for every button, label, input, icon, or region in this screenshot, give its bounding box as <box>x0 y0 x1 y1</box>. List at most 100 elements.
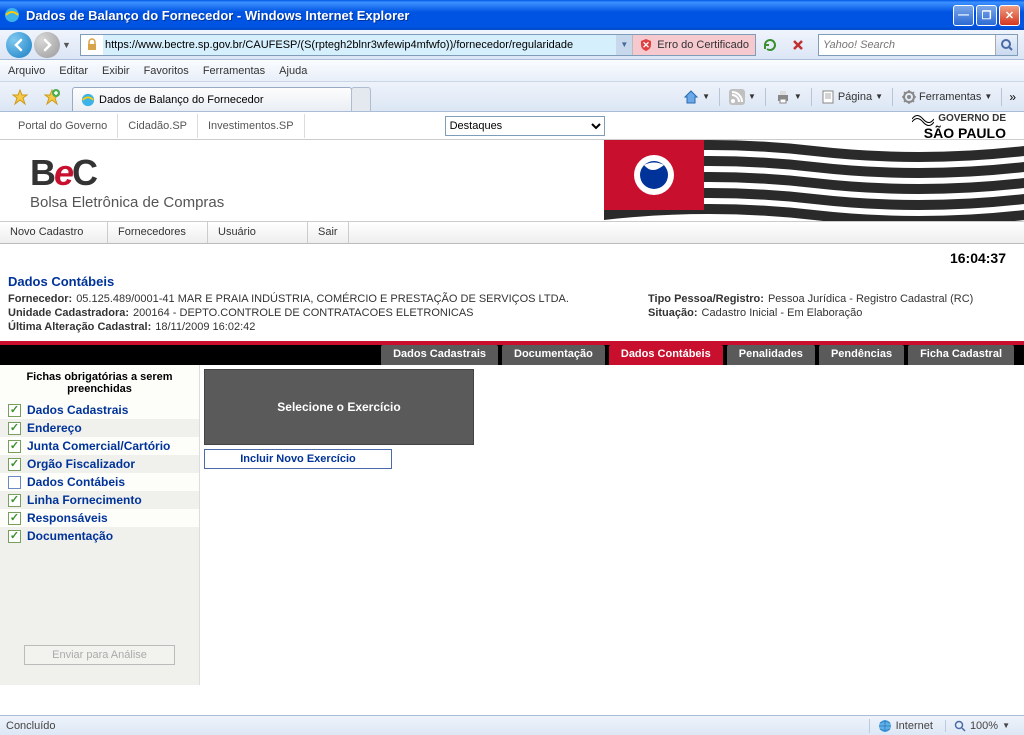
menu-novo-cadastro[interactable]: Novo Cadastro <box>0 222 108 243</box>
content-area: Selecione o Exercício Incluir Novo Exerc… <box>200 365 1024 685</box>
menu-bar: Arquivo Editar Exibir Favoritos Ferramen… <box>0 60 1024 82</box>
tab-documentacao[interactable]: Documentação <box>502 345 605 365</box>
nav-history-dropdown[interactable]: ▼ <box>62 40 74 50</box>
checkbox-unchecked-icon <box>8 476 21 489</box>
portal-link-investimentos[interactable]: Investimentos.SP <box>198 114 305 138</box>
sidebar-item-label: Endereço <box>27 421 82 435</box>
clock: 16:04:37 <box>0 244 1024 272</box>
checkbox-checked-icon <box>8 440 21 453</box>
sidebar-item[interactable]: Dados Contábeis <box>0 473 199 491</box>
feeds-button[interactable]: ▼ <box>725 87 760 107</box>
maximize-button[interactable]: ❐ <box>976 5 997 26</box>
tab-penalidades[interactable]: Penalidades <box>727 345 815 365</box>
unidade-label: Unidade Cadastradora: <box>8 307 129 319</box>
sidebar-item[interactable]: Orgão Fiscalizador <box>0 455 199 473</box>
minimize-button[interactable]: — <box>953 5 974 26</box>
browser-tab[interactable]: Dados de Balanço do Fornecedor <box>72 87 352 111</box>
destaques-select[interactable]: Destaques <box>445 116 605 136</box>
sidebar-item-label: Linha Fornecimento <box>27 493 142 507</box>
sidebar-item-label: Dados Cadastrais <box>27 403 128 417</box>
chevron-expand-icon[interactable]: » <box>1007 90 1018 104</box>
checkbox-checked-icon <box>8 512 21 525</box>
url-input[interactable] <box>103 35 616 55</box>
home-button[interactable]: ▼ <box>679 87 714 107</box>
sidebar-item[interactable]: Endereço <box>0 419 199 437</box>
sidebar-item-label: Documentação <box>27 529 113 543</box>
section-title: Dados Contábeis <box>0 272 1024 291</box>
favorites-star-icon[interactable] <box>10 87 30 107</box>
menu-usuario[interactable]: Usuário <box>208 222 308 243</box>
checkbox-checked-icon <box>8 404 21 417</box>
sidebar-item-label: Dados Contábeis <box>27 475 125 489</box>
internet-zone-icon <box>878 719 892 733</box>
sidebar-item[interactable]: Dados Cadastrais <box>0 401 199 419</box>
stop-button[interactable] <box>788 35 808 55</box>
certificate-error-badge[interactable]: ✕ Erro do Certificado <box>632 35 755 55</box>
incluir-novo-exercicio-button[interactable]: Incluir Novo Exercício <box>204 449 392 469</box>
governo-sp-logo: GOVERNO DE SÃO PAULO <box>912 112 1006 140</box>
sidebar-item[interactable]: Responsáveis <box>0 509 199 527</box>
window-titlebar: Dados de Balanço do Fornecedor - Windows… <box>0 0 1024 30</box>
menu-exibir[interactable]: Exibir <box>102 65 130 77</box>
menu-sair[interactable]: Sair <box>308 222 349 243</box>
zoom-icon <box>954 720 966 732</box>
sidebar-item-label: Responsáveis <box>27 511 108 525</box>
nav-toolbar: ▼ ▼ ✕ Erro do Certificado <box>0 30 1024 60</box>
portal-top-bar: Portal do Governo Cidadão.SP Investiment… <box>0 112 1024 140</box>
menu-ajuda[interactable]: Ajuda <box>279 65 307 77</box>
bec-header: BeC Bolsa Eletrônica de Compras <box>0 140 1024 222</box>
address-bar: ▼ ✕ Erro do Certificado <box>80 34 756 56</box>
sidebar-item[interactable]: Linha Fornecimento <box>0 491 199 509</box>
tab-pendencias[interactable]: Pendências <box>819 345 904 365</box>
menu-arquivo[interactable]: Arquivo <box>8 65 45 77</box>
menu-editar[interactable]: Editar <box>59 65 88 77</box>
status-zone: Internet <box>869 719 941 733</box>
sidebar-item[interactable]: Junta Comercial/Cartório <box>0 437 199 455</box>
ie-icon <box>4 7 20 23</box>
new-tab-button[interactable] <box>351 87 371 111</box>
add-favorite-icon[interactable] <box>42 87 62 107</box>
cert-error-label: Erro do Certificado <box>657 39 749 51</box>
status-zoom[interactable]: 100% ▼ <box>945 720 1018 732</box>
sidebar-item[interactable]: Documentação <box>0 527 199 545</box>
back-button[interactable] <box>6 32 32 58</box>
fornecedor-value: 05.125.489/0001-41 MAR E PRAIA INDÚSTRIA… <box>76 293 569 305</box>
forward-button[interactable] <box>34 32 60 58</box>
tools-menu[interactable]: Ferramentas▼ <box>898 88 996 106</box>
tab-dados-contabeis[interactable]: Dados Contábeis <box>609 345 723 365</box>
search-input[interactable] <box>819 39 995 51</box>
info-rows: Fornecedor: 05.125.489/0001-41 MAR E PRAI… <box>0 291 1024 337</box>
portal-link-cidadao[interactable]: Cidadão.SP <box>118 114 198 138</box>
tab-ficha-cadastral[interactable]: Ficha Cadastral <box>908 345 1014 365</box>
tab-title: Dados de Balanço do Fornecedor <box>99 94 264 106</box>
sidebar-heading: Fichas obrigatórias a serem preenchidas <box>0 365 199 401</box>
fornecedor-label: Fornecedor: <box>8 293 72 305</box>
tab-strip: Dados Cadastrais Documentação Dados Cont… <box>0 345 1024 365</box>
sp-flag-graphic <box>604 140 1024 222</box>
checkbox-checked-icon <box>8 458 21 471</box>
selecione-exercicio-box: Selecione o Exercício <box>204 369 474 445</box>
close-button[interactable]: ✕ <box>999 5 1020 26</box>
unidade-value: 200164 - DEPTO.CONTROLE DE CONTRATACOES … <box>133 307 473 319</box>
print-button[interactable]: ▼ <box>771 87 806 107</box>
menu-fornecedores[interactable]: Fornecedores <box>108 222 208 243</box>
enviar-analise-button: Enviar para Análise <box>24 645 175 665</box>
search-button[interactable] <box>995 35 1017 55</box>
bec-logo: BeC Bolsa Eletrônica de Compras <box>30 152 224 211</box>
main-menu: Novo Cadastro Fornecedores Usuário Sair <box>0 222 1024 244</box>
page-menu[interactable]: Página▼ <box>817 88 887 106</box>
search-box <box>818 34 1018 56</box>
tab-ie-icon <box>81 93 95 107</box>
tab-dados-cadastrais[interactable]: Dados Cadastrais <box>381 345 498 365</box>
sidebar-item-label: Orgão Fiscalizador <box>27 457 135 471</box>
command-bar: Dados de Balanço do Fornecedor ▼ ▼ ▼ Pág… <box>0 82 1024 112</box>
menu-ferramentas[interactable]: Ferramentas <box>203 65 265 77</box>
address-dropdown[interactable]: ▼ <box>616 35 632 55</box>
portal-link-governo[interactable]: Portal do Governo <box>8 114 118 138</box>
refresh-button[interactable] <box>760 35 780 55</box>
situacao-label: Situação: <box>648 307 698 319</box>
status-text: Concluído <box>6 720 56 732</box>
tipo-label: Tipo Pessoa/Registro: <box>648 293 764 305</box>
menu-favoritos[interactable]: Favoritos <box>144 65 189 77</box>
lock-icon <box>84 37 100 53</box>
